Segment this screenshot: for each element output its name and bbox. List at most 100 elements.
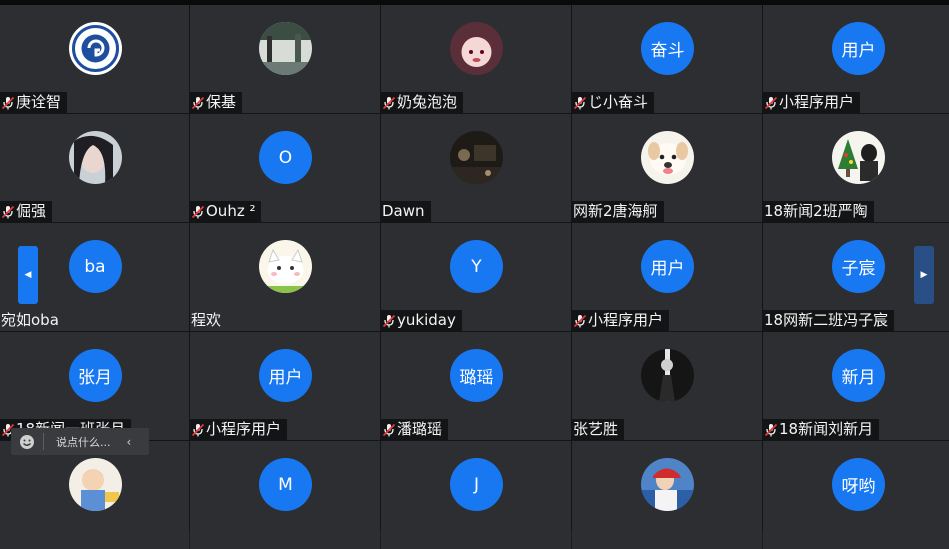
participant-name: 18网新二班冯子宸 [764, 311, 889, 329]
participant-name: じ小奋斗 [588, 93, 649, 111]
participant-name: 奶兔泡泡 [397, 93, 458, 111]
puppy-photo-icon [641, 131, 694, 184]
participant-name-label: 奶兔泡泡 [381, 92, 464, 113]
mic-muted-icon [764, 423, 778, 436]
avatar-initials: J [450, 458, 503, 511]
avatar-initials: 用户 [832, 22, 885, 75]
mic-muted-icon [191, 423, 205, 436]
mic-muted-icon [764, 96, 778, 109]
avatar-initials: Y [450, 240, 503, 293]
participant-name-label: 庚诠智 [0, 92, 68, 113]
participant-name: 小程序用户 [588, 311, 664, 329]
dark-scene-icon [450, 131, 503, 184]
portrait-photo-icon [68, 131, 122, 184]
participant-name-label: yukiday [381, 310, 462, 331]
participant-name: Dawn [382, 202, 425, 220]
participant-tile[interactable]: 新月 18新闻刘新月 [763, 332, 949, 440]
participant-tile[interactable]: 张艺胜 [572, 332, 762, 440]
participant-name: 18新闻刘新月 [779, 420, 874, 438]
participant-name: 庚诠智 [16, 93, 62, 111]
participant-tile[interactable]: 呀哟 [763, 441, 949, 549]
participant-tile[interactable]: 程欢 [190, 223, 380, 331]
participant-tile[interactable]: 奶兔泡泡 [381, 5, 571, 113]
chat-divider [43, 433, 44, 450]
participant-tile[interactable]: O Ouhz ² [190, 114, 380, 222]
avatar-initials: 用户 [259, 349, 312, 402]
participant-tile[interactable]: 保基 [190, 5, 380, 113]
participant-name-label: 小程序用户 [572, 310, 670, 331]
participant-name-label: 18新闻2班严陶 [763, 201, 874, 222]
mic-muted-icon [1, 96, 15, 109]
participant-name: 张艺胜 [573, 420, 619, 438]
participant-tile[interactable]: 用户小程序用户 [763, 5, 949, 113]
street-photo-icon [259, 22, 312, 75]
participant-tile[interactable]: 张月18新闻一班张月 [0, 332, 189, 440]
avatar-initials: 子宸 [832, 240, 885, 293]
university-seal-icon [68, 22, 122, 75]
participant-name: Ouhz ² [206, 202, 256, 220]
participant-tile[interactable]: 璐瑶 潘璐瑶 [381, 332, 571, 440]
participant-tile[interactable]: 18新闻2班严陶 [763, 114, 949, 222]
avatar-initials: 璐瑶 [450, 349, 503, 402]
avatar-initials: 张月 [68, 349, 122, 402]
participant-name: 小程序用户 [206, 420, 282, 438]
participant-tile[interactable]: 庚诠智 [0, 5, 189, 113]
participant-tile[interactable] [572, 441, 762, 549]
avatar-initials: 用户 [641, 240, 694, 293]
chat-input[interactable]: 说点什么... [56, 434, 111, 450]
participant-name: yukiday [397, 311, 456, 329]
avatar-initials: 新月 [832, 349, 885, 402]
chevron-right-icon: ▶ [920, 270, 928, 280]
participant-name-label: じ小奋斗 [572, 92, 655, 113]
baby-photo-icon [68, 458, 122, 511]
participant-name: 宛如oba [1, 311, 59, 329]
participant-tile[interactable]: Dawn [381, 114, 571, 222]
christmas-tree-icon [832, 131, 885, 184]
avatar-initials: 呀哟 [832, 458, 885, 511]
participant-name: 18新闻2班严陶 [764, 202, 868, 220]
prev-page-button[interactable]: ◀ [18, 246, 38, 304]
collapse-chat-icon[interactable]: ‹ [127, 435, 132, 449]
silhouette-photo-icon [641, 349, 694, 402]
participant-name-label: 倔强 [0, 201, 53, 222]
mic-muted-icon [382, 314, 396, 327]
mic-muted-icon [573, 96, 587, 109]
participant-name-label: 张艺胜 [572, 419, 625, 440]
participant-tile[interactable]: Yyukiday [381, 223, 571, 331]
mic-muted-icon [382, 423, 396, 436]
chat-input-bar[interactable]: 说点什么... ‹ [11, 428, 149, 455]
participant-tile[interactable]: M [190, 441, 380, 549]
participant-name: 程欢 [191, 311, 222, 329]
mic-muted-icon [382, 96, 396, 109]
participant-name: 网新2唐海舸 [573, 202, 658, 220]
participant-name-label: 宛如oba [0, 310, 65, 331]
smile-icon[interactable] [19, 434, 35, 450]
mic-muted-icon [573, 314, 587, 327]
participant-name-label: 小程序用户 [190, 419, 288, 440]
participant-tile[interactable]: 用户小程序用户 [572, 223, 762, 331]
participant-tile[interactable] [0, 441, 189, 549]
participant-name: 小程序用户 [779, 93, 855, 111]
participant-name-label: 18新闻刘新月 [763, 419, 880, 440]
mic-muted-icon [191, 205, 205, 218]
participant-tile[interactable]: 用户小程序用户 [190, 332, 380, 440]
avatar-initials: ba [68, 240, 122, 293]
participant-tile[interactable]: 网新2唐海舸 [572, 114, 762, 222]
participant-name-label: 保基 [190, 92, 243, 113]
participant-name-label: 小程序用户 [763, 92, 861, 113]
mic-muted-icon [1, 205, 15, 218]
participant-tile[interactable]: J [381, 441, 571, 549]
anime-girl-icon [450, 22, 503, 75]
participant-name: 倔强 [16, 202, 47, 220]
avatar-initials: M [259, 458, 312, 511]
red-hat-photo-icon [641, 458, 694, 511]
participant-name-label: 18网新二班冯子宸 [763, 310, 895, 331]
next-page-button[interactable]: ▶ [914, 246, 934, 304]
avatar-initials: 奋斗 [641, 22, 694, 75]
chevron-left-icon: ◀ [24, 270, 32, 280]
participant-tile[interactable]: 奋斗じ小奋斗 [572, 5, 762, 113]
participant-name: 潘璐瑶 [397, 420, 443, 438]
participant-name-label: 网新2唐海舸 [572, 201, 664, 222]
cartoon-cat-icon [259, 240, 312, 293]
participant-tile[interactable]: 倔强 [0, 114, 189, 222]
